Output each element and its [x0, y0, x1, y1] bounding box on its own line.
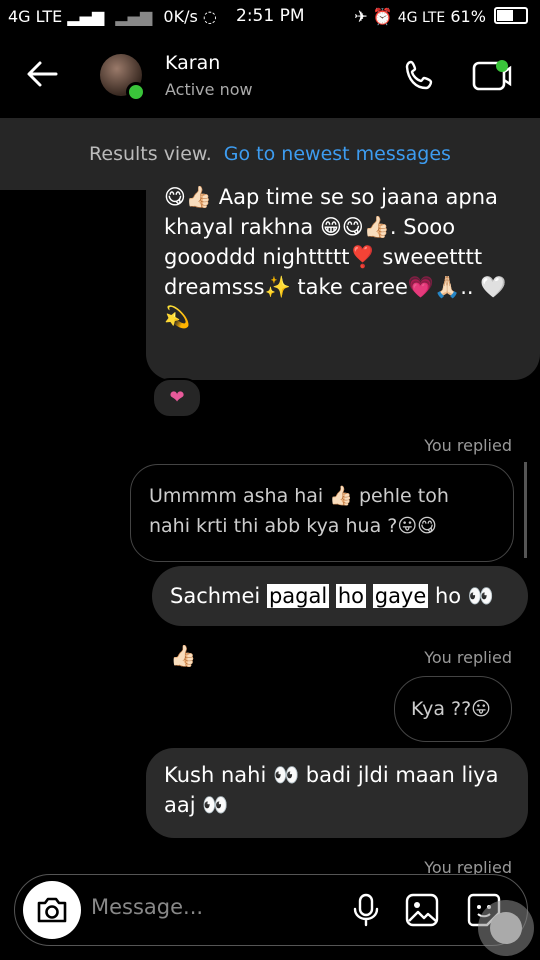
battery-percent: 61%: [450, 7, 486, 26]
message-bubble-received[interactable]: Sachmei pagal ho gaye ho 👀👍🏻: [152, 566, 528, 668]
alarm-icon: ⏰: [372, 7, 393, 26]
message-text: Kya ??😛: [411, 698, 491, 720]
message-composer: Message...: [14, 874, 528, 946]
message-text: Kush nahi 👀 badi jldi maan liya aaj 👀: [164, 763, 499, 817]
network-label: 4G LTE: [8, 7, 63, 26]
microphone-icon[interactable]: [351, 893, 381, 931]
message-input[interactable]: Message...: [91, 895, 203, 919]
battery-icon: [494, 7, 528, 24]
message-text: Ummmm asha hai 👍🏻 pehle toh nahi krti th…: [149, 485, 449, 537]
assistive-touch-button[interactable]: [478, 900, 534, 956]
you-replied-label: You replied: [424, 436, 512, 455]
video-active-dot: [496, 60, 508, 72]
signal-icon-2: ▂▄▆: [115, 7, 153, 26]
search-highlight: gaye: [372, 584, 429, 608]
results-view-label: Results view.: [89, 143, 212, 165]
status-left: 4G LTE ▂▄▆ ▂▄▆ 0K/s ◌: [8, 7, 217, 26]
message-bubble-received[interactable]: 😋👍🏻 Aap time se so jaana apna khayal rak…: [146, 168, 540, 380]
status-time: 2:51 PM: [236, 6, 305, 26]
signal-icon: ▂▄▆: [67, 7, 105, 26]
message-text: 😋👍🏻 Aap time se so jaana apna khayal rak…: [164, 185, 507, 329]
replied-to-message[interactable]: Kya ??😛: [394, 676, 512, 742]
data-speed: 0K/s: [163, 7, 198, 26]
search-highlight: ho: [335, 584, 367, 608]
contact-status: Active now: [165, 80, 253, 99]
message-text: Sachmei: [170, 584, 267, 608]
message-bubble-received[interactable]: Kush nahi 👀 badi jldi maan liya aaj 👀: [146, 748, 528, 838]
reaction-heart[interactable]: ❤: [152, 378, 202, 418]
phone-call-icon[interactable]: [402, 58, 438, 98]
heart-icon: ❤: [169, 387, 185, 408]
assistive-touch-icon: [490, 912, 522, 944]
network-label-right: 4G LTE: [397, 10, 446, 26]
back-arrow-icon[interactable]: [24, 56, 60, 101]
whatsapp-icon: ◌: [202, 7, 217, 26]
go-to-newest-link[interactable]: Go to newest messages: [224, 143, 451, 165]
gallery-image-icon[interactable]: [405, 893, 439, 931]
contact-name[interactable]: Karan: [165, 52, 220, 74]
camera-icon: [37, 897, 67, 923]
search-highlight: pagal: [266, 584, 330, 608]
mute-icon: ✈: [354, 7, 368, 26]
reply-indicator-bar: [524, 462, 527, 558]
status-bar: 4G LTE ▂▄▆ ▂▄▆ 0K/s ◌ 2:51 PM ✈ ⏰ 4G LTE…: [0, 0, 540, 34]
online-indicator: [126, 82, 146, 102]
camera-button[interactable]: [23, 881, 81, 939]
replied-to-message[interactable]: Ummmm asha hai 👍🏻 pehle toh nahi krti th…: [130, 464, 514, 562]
you-replied-label: You replied: [424, 648, 512, 667]
status-right: ✈ ⏰ 4G LTE 61%: [354, 7, 528, 26]
chat-header: Karan Active now: [0, 34, 540, 118]
